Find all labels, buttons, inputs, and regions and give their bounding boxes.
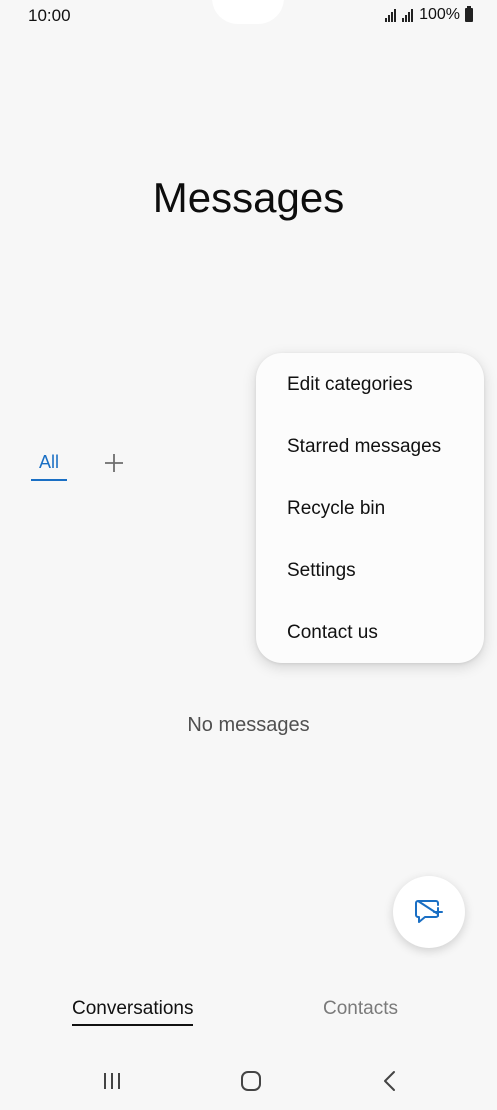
menu-item-recycle-bin[interactable]: Recycle bin xyxy=(287,489,477,529)
tab-contacts[interactable]: Contacts xyxy=(323,998,398,1020)
navigation-bar xyxy=(0,1052,497,1110)
recents-button[interactable] xyxy=(97,1066,127,1096)
menu-item-settings[interactable]: Settings xyxy=(287,551,477,591)
page-title: Messages xyxy=(152,174,345,221)
add-category-button[interactable] xyxy=(101,450,127,476)
back-button[interactable] xyxy=(375,1066,405,1096)
recents-icon xyxy=(104,1073,120,1089)
status-indicators: 100% xyxy=(385,6,473,24)
home-icon xyxy=(241,1071,261,1091)
compose-button[interactable] xyxy=(393,876,465,948)
battery-percent: 100% xyxy=(419,6,460,23)
camera-notch xyxy=(212,0,284,24)
signal-icon xyxy=(385,8,397,22)
battery-icon xyxy=(465,6,473,22)
menu-item-contact-us[interactable]: Contact us xyxy=(287,613,477,653)
signal-icon-2 xyxy=(402,8,414,22)
status-time: 10:00 xyxy=(28,6,71,25)
tab-conversations[interactable]: Conversations xyxy=(72,998,194,1026)
back-icon xyxy=(384,1071,395,1091)
home-button[interactable] xyxy=(236,1066,266,1096)
plus-icon xyxy=(105,454,123,472)
menu-item-edit-categories[interactable]: Edit categories xyxy=(287,365,477,405)
chat-bubble-plus-icon xyxy=(415,900,443,923)
menu-item-starred-messages[interactable]: Starred messages xyxy=(287,427,477,467)
status-bar: 10:00 100% xyxy=(0,0,497,32)
empty-state-text: No messages xyxy=(187,714,310,736)
category-tab-all[interactable]: All xyxy=(31,452,67,481)
overflow-menu: Edit categories Starred messages Recycle… xyxy=(256,353,484,663)
